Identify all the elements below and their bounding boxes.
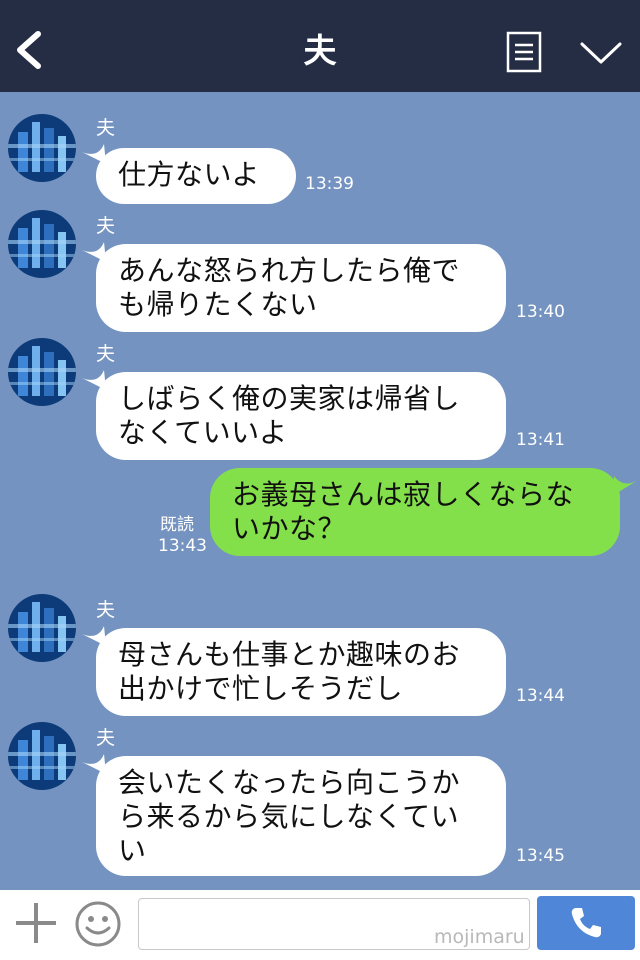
message-text-line: しばらく俺の実家は帰省し bbox=[118, 382, 461, 415]
message-text-line: いかな？ bbox=[232, 512, 347, 545]
avatar[interactable] bbox=[8, 722, 76, 790]
sender-name: 夫 bbox=[96, 343, 116, 365]
sender-name: 夫 bbox=[96, 117, 116, 139]
chat-area[interactable]: 夫 仕方ないよ 13:39 夫 あんな怒られ方したら俺で も帰りたくない 13:… bbox=[0, 92, 640, 890]
watermark: mojimaru bbox=[434, 926, 525, 948]
message-bubble[interactable]: 仕方ないよ bbox=[96, 148, 296, 204]
avatar[interactable] bbox=[8, 210, 76, 278]
message-time: 13:44 bbox=[516, 686, 565, 706]
read-receipt: 既読 bbox=[160, 515, 194, 535]
call-button[interactable] bbox=[537, 896, 635, 950]
plus-icon[interactable] bbox=[14, 901, 58, 945]
message-time: 13:45 bbox=[516, 846, 565, 866]
message-text-line: 会いたくなったら向こうか bbox=[118, 766, 461, 799]
message-bubble[interactable]: 会いたくなったら向こうか ら来るから気にしなくてい い bbox=[96, 756, 506, 876]
message-text-line: い bbox=[118, 834, 147, 867]
message-text: 仕方ないよ bbox=[118, 158, 260, 191]
message-text-line: ら来るから気にしなくてい bbox=[118, 800, 460, 833]
sender-name: 夫 bbox=[96, 727, 116, 749]
phone-icon bbox=[571, 908, 601, 938]
message-text-line: あんな怒られ方したら俺で bbox=[118, 254, 461, 287]
list-icon[interactable] bbox=[506, 31, 542, 73]
message-text-line: 母さんも仕事とか趣味のお bbox=[118, 638, 461, 671]
emoji-icon[interactable] bbox=[74, 900, 122, 948]
sender-name: 夫 bbox=[96, 215, 116, 237]
sender-name: 夫 bbox=[96, 599, 116, 621]
avatar[interactable] bbox=[8, 114, 76, 182]
bubble-tail bbox=[612, 476, 638, 496]
message-bubble[interactable]: しばらく俺の実家は帰省し なくていいよ bbox=[96, 372, 506, 460]
chat-header: 夫 bbox=[0, 0, 640, 92]
message-time: 13:43 bbox=[158, 536, 207, 556]
message-time: 13:41 bbox=[516, 430, 565, 450]
avatar[interactable] bbox=[8, 594, 76, 662]
avatar[interactable] bbox=[8, 338, 76, 406]
message-bubble[interactable]: お義母さんは寂しくならな いかな？ bbox=[210, 468, 620, 556]
message-time: 13:40 bbox=[516, 302, 565, 322]
message-text-line: お義母さんは寂しくならな bbox=[232, 478, 575, 511]
chat-title: 夫 bbox=[303, 31, 337, 70]
message-time: 13:39 bbox=[305, 174, 354, 194]
message-text-line: も帰りたくない bbox=[118, 288, 318, 321]
message-bubble[interactable]: 母さんも仕事とか趣味のお 出かけで忙しそうだし bbox=[96, 628, 506, 716]
message-text-line: 出かけで忙しそうだし bbox=[118, 672, 404, 705]
message-bubble[interactable]: あんな怒られ方したら俺で も帰りたくない bbox=[96, 244, 506, 332]
chevron-down-icon[interactable] bbox=[578, 38, 624, 68]
message-text-line: なくていいよ bbox=[118, 416, 288, 449]
